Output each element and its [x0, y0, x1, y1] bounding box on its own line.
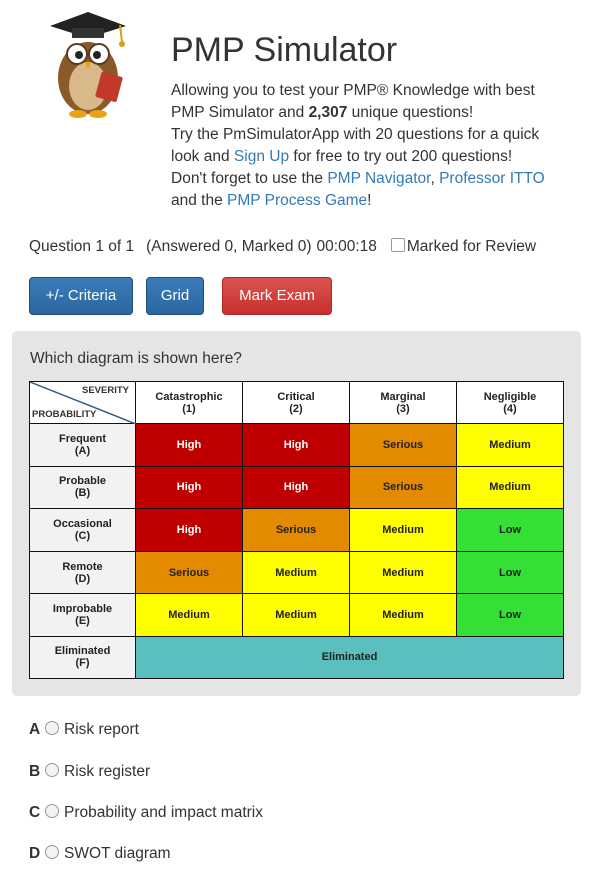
grid-button[interactable]: Grid — [146, 277, 204, 315]
option-letter: D — [29, 845, 41, 862]
intro-line: and the — [171, 192, 228, 209]
risk-cell-low: Low — [456, 593, 564, 637]
severity-label: SEVERITY — [82, 385, 129, 396]
marked-for-review-checkbox[interactable] — [390, 238, 405, 252]
risk-cell-medium: Medium — [242, 593, 350, 637]
intro-line: for free to try out 200 questions! — [289, 148, 513, 165]
risk-cell-high: High — [135, 465, 243, 510]
risk-cell-serious: Serious — [349, 465, 457, 510]
risk-cell-medium: Medium — [242, 550, 350, 595]
professor-itto-link[interactable]: Professor ITTO — [439, 170, 545, 187]
option-letter: B — [29, 763, 41, 780]
severity-code: (4) — [503, 402, 517, 415]
option-radio[interactable] — [45, 721, 59, 735]
option-radio[interactable] — [45, 763, 59, 777]
answer-option-a[interactable]: A Risk report — [29, 721, 139, 739]
severity-code: (2) — [289, 402, 303, 415]
signup-link[interactable]: Sign Up — [234, 148, 289, 165]
severity-column-header: Catastrophic (1) — [135, 380, 243, 425]
probability-row-header: Frequent (A) — [29, 423, 136, 467]
risk-cell-medium: Medium — [349, 550, 457, 595]
severity-column-header: Negligible (4) — [456, 380, 564, 425]
option-letter: A — [29, 721, 41, 738]
probability-code: (C) — [74, 529, 91, 542]
intro-line: unique questions! — [347, 104, 474, 121]
probability-code: (D) — [74, 572, 91, 585]
risk-cell-medium: Medium — [456, 423, 564, 467]
option-text[interactable]: Risk report — [64, 721, 139, 739]
question-number: Question 1 of 1 — [29, 238, 135, 255]
mark-exam-button[interactable]: Mark Exam — [222, 277, 332, 315]
severity-name: Negligible — [483, 390, 537, 403]
risk-cell-serious: Serious — [349, 423, 457, 467]
intro-line: Allowing you to test your PMP® Knowledge… — [171, 82, 535, 99]
pmp-navigator-link[interactable]: PMP Navigator — [327, 170, 430, 187]
answer-progress: (Answered 0, Marked 0) — [146, 238, 312, 255]
probability-name: Remote — [62, 560, 103, 573]
risk-cell-low: Low — [456, 550, 564, 595]
probability-name: Occasional — [53, 517, 112, 530]
probability-name: Improbable — [52, 603, 113, 616]
probability-code: (B) — [74, 487, 91, 500]
separator: , — [430, 170, 440, 187]
severity-code: (3) — [396, 402, 410, 415]
criteria-button[interactable]: +/- Criteria — [29, 277, 133, 315]
probability-code: (E) — [75, 615, 90, 628]
option-radio[interactable] — [45, 804, 59, 818]
intro-line: PMP Simulator and — [171, 104, 309, 121]
timer: 00:00:18 — [316, 238, 377, 255]
risk-cell-eliminated: Eliminated — [135, 635, 564, 680]
answer-option-c[interactable]: C Probability and impact matrix — [29, 804, 263, 822]
risk-cell-medium: Medium — [349, 508, 457, 552]
risk-cell-medium: Medium — [456, 465, 564, 510]
intro-line: Don't forget to use the — [171, 170, 328, 187]
matrix-corner-cell: SEVERITY PROBABILITY — [29, 380, 136, 425]
probability-code: (F) — [75, 657, 90, 670]
question-status-bar: Question 1 of 1 (Answered 0, Marked 0) 0… — [29, 238, 536, 256]
risk-cell-medium: Medium — [349, 593, 457, 637]
risk-cell-high: High — [242, 423, 350, 467]
pmp-process-game-link[interactable]: PMP Process Game — [227, 192, 367, 209]
probability-row-header: Remote (D) — [29, 550, 136, 595]
risk-cell-low: Low — [456, 508, 564, 552]
question-count: 2,307 — [308, 104, 348, 121]
risk-cell-high: High — [135, 508, 243, 552]
severity-code: (1) — [182, 402, 196, 415]
page-title: PMP Simulator — [171, 31, 398, 69]
probability-code: (A) — [74, 444, 91, 457]
severity-name: Catastrophic — [155, 390, 223, 403]
risk-matrix-image: SEVERITY PROBABILITY Catastrophic (1) Crit… — [29, 380, 564, 680]
answer-option-d[interactable]: D SWOT diagram — [29, 845, 171, 863]
risk-cell-medium: Medium — [135, 593, 243, 637]
question-text: Which diagram is shown here? — [30, 350, 242, 367]
risk-cell-high: High — [242, 465, 350, 510]
option-radio[interactable] — [45, 845, 59, 859]
option-text[interactable]: SWOT diagram — [64, 845, 171, 863]
risk-cell-serious: Serious — [135, 550, 243, 595]
option-text[interactable]: Probability and impact matrix — [64, 804, 263, 822]
answer-option-b[interactable]: B Risk register — [29, 763, 150, 781]
intro-line: Try the PmSimulatorApp with 20 questions… — [171, 126, 540, 143]
option-letter: C — [29, 804, 41, 821]
probability-name: Frequent — [58, 432, 107, 445]
severity-name: Marginal — [380, 390, 426, 403]
probability-name: Probable — [58, 475, 107, 488]
intro-line: ! — [367, 192, 372, 209]
intro-text: Allowing you to test your PMP® Knowledge… — [171, 80, 571, 212]
probability-row-header: Improbable (E) — [29, 593, 136, 637]
severity-column-header: Critical (2) — [242, 380, 350, 425]
marked-for-review-label[interactable]: Marked for Review — [407, 238, 536, 256]
probability-row-header: Probable (B) — [29, 465, 136, 510]
risk-cell-serious: Serious — [242, 508, 350, 552]
probability-row-header: Eliminated (F) — [29, 635, 136, 680]
option-text[interactable]: Risk register — [64, 763, 150, 781]
probability-label: PROBABILITY — [32, 409, 97, 421]
probability-row-header: Occasional (C) — [29, 508, 136, 552]
risk-cell-high: High — [135, 423, 243, 467]
severity-name: Critical — [277, 390, 315, 403]
probability-name: Eliminated — [54, 645, 111, 658]
intro-line: look and — [171, 148, 234, 165]
owl-logo — [50, 12, 126, 118]
severity-column-header: Marginal (3) — [349, 380, 457, 425]
